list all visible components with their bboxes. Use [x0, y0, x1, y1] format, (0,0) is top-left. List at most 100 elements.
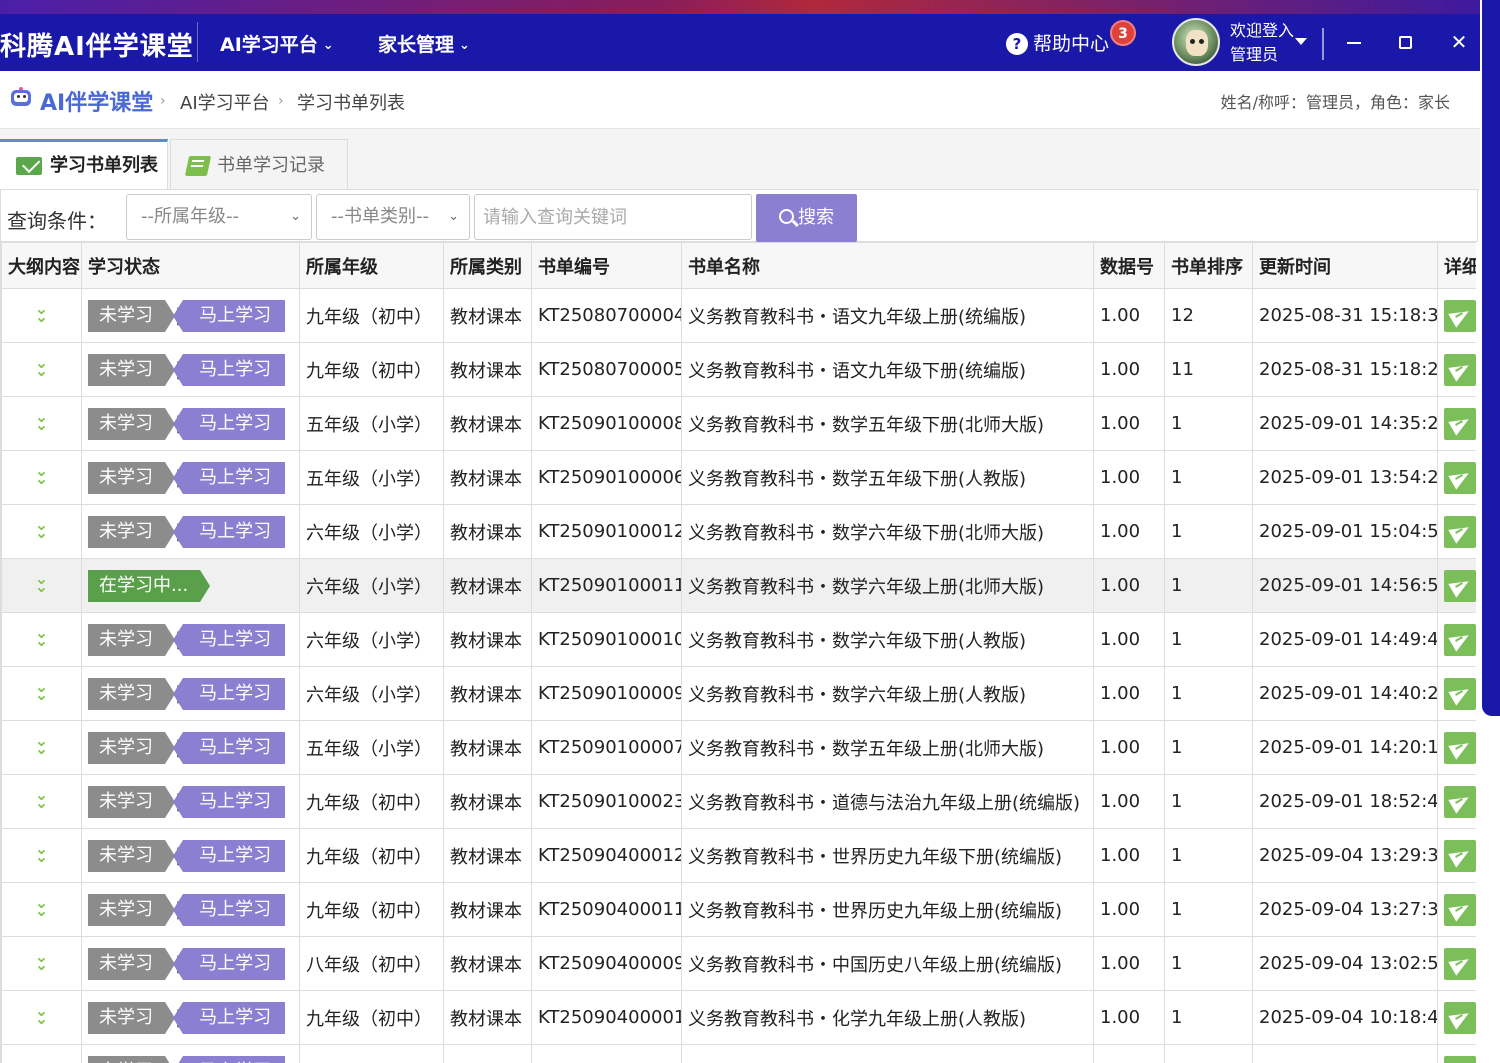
expand-double-chevron-icon[interactable]: ⌄⌄ — [35, 300, 48, 324]
start-learning-button[interactable]: 马上学习 — [173, 623, 286, 656]
header-status[interactable]: 学习状态 — [81, 242, 300, 289]
header-grade[interactable]: 所属年级 — [299, 242, 444, 289]
detail-button[interactable] — [1444, 1001, 1476, 1034]
tab-book-list[interactable]: 学习书单列表 — [0, 139, 168, 191]
close-button[interactable]: ✕ — [1444, 27, 1474, 57]
expand-double-chevron-icon[interactable]: ⌄⌄ — [35, 732, 48, 756]
detail-button[interactable] — [1444, 299, 1476, 332]
keyword-search-input[interactable] — [474, 194, 752, 240]
table-row[interactable]: ⌄⌄ 未学习|马上学习六年级（小学）教材课本KT25090100009义务教育教科… — [1, 666, 1476, 721]
table-row[interactable]: ⌄⌄ 未学习|马上学习九年级（初中）教材课本KT25090100023义务教育教科… — [1, 774, 1476, 829]
outline-cell[interactable]: ⌄⌄ — [1, 558, 82, 613]
expand-double-chevron-icon[interactable]: ⌄⌄ — [35, 408, 48, 432]
expand-double-chevron-icon[interactable]: ⌄⌄ — [35, 786, 48, 810]
nav-parent-management[interactable]: 家长管理 ⌄ — [378, 30, 470, 57]
grade-select[interactable]: --所属年级-- ⌄ — [126, 194, 312, 240]
outline-cell[interactable]: ⌄⌄ — [1, 666, 82, 721]
detail-button[interactable] — [1444, 515, 1476, 548]
outline-cell[interactable]: ⌄⌄ — [1, 720, 82, 775]
expand-double-chevron-icon[interactable]: ⌄⌄ — [35, 516, 48, 540]
start-learning-button[interactable]: 马上学习 — [173, 353, 286, 386]
outline-cell[interactable]: ⌄⌄ — [1, 450, 82, 505]
header-detail[interactable]: 详细 — [1437, 242, 1476, 289]
minimize-button[interactable] — [1339, 27, 1369, 57]
table-row[interactable]: ⌄⌄ 未学习|马上学习八年级（初中）教材课本KT25090400009义务教育教科… — [1, 936, 1476, 991]
start-learning-button[interactable]: 马上学习 — [173, 515, 286, 548]
start-learning-button[interactable]: 马上学习 — [173, 785, 286, 818]
detail-button[interactable] — [1444, 785, 1476, 818]
user-avatar[interactable] — [1172, 18, 1220, 66]
expand-double-chevron-icon[interactable]: ⌄⌄ — [35, 624, 48, 648]
outline-cell[interactable]: ⌄⌄ — [1, 828, 82, 883]
outline-cell[interactable]: ⌄⌄ — [1, 936, 82, 991]
nav-ai-platform[interactable]: AI学习平台 ⌄ — [220, 30, 334, 57]
outline-cell[interactable]: ⌄⌄ — [1, 882, 82, 937]
table-row[interactable]: ⌄⌄ 未学习|马上学习九年级（初中）教材课本KT25090400001义务教育教科… — [1, 990, 1476, 1045]
start-learning-button[interactable]: 马上学习 — [173, 1001, 286, 1034]
table-row[interactable]: ⌄⌄未学习|马上学习九年级（初中）教材课本KT25090400002义务教育教科… — [1, 1044, 1476, 1063]
table-row[interactable]: ⌄⌄ 未学习|马上学习五年级（小学）教材课本KT25090100007义务教育教科… — [1, 720, 1476, 775]
detail-button[interactable] — [1444, 569, 1476, 602]
outline-cell[interactable]: ⌄⌄ — [1, 1044, 82, 1063]
table-row[interactable]: ⌄⌄ 未学习|马上学习六年级（小学）教材课本KT25090100012义务教育教科… — [1, 504, 1476, 559]
expand-double-chevron-icon[interactable]: ⌄⌄ — [35, 678, 48, 702]
table-row[interactable]: ⌄⌄ 未学习|马上学习九年级（初中）教材课本KT25090400011义务教育教科… — [1, 882, 1476, 937]
header-data-number[interactable]: 数据号 — [1093, 242, 1165, 289]
header-code[interactable]: 书单编号 — [531, 242, 682, 289]
start-learning-button[interactable]: 马上学习 — [173, 299, 286, 332]
start-learning-button[interactable]: 马上学习 — [173, 677, 286, 710]
start-learning-button[interactable]: 马上学习 — [173, 1055, 286, 1063]
expand-double-chevron-icon[interactable]: ⌄⌄ — [35, 840, 48, 864]
maximize-button[interactable] — [1390, 27, 1420, 57]
start-learning-button[interactable]: 马上学习 — [173, 839, 286, 872]
detail-button[interactable] — [1444, 461, 1476, 494]
table-row[interactable]: ⌄⌄ 未学习|马上学习九年级（初中）教材课本KT25080700004义务教育教科… — [1, 288, 1476, 343]
caret-down-icon[interactable] — [1295, 38, 1307, 45]
detail-button[interactable] — [1444, 893, 1476, 926]
detail-button[interactable] — [1444, 353, 1476, 386]
header-category[interactable]: 所属类别 — [443, 242, 532, 289]
page-scrollbar-thumb[interactable] — [1482, 0, 1500, 716]
table-row[interactable]: ⌄ ⌄ 在学习中... 六年级（小学） 教材课本 KT25090100011 义务教育教科书… — [1, 558, 1476, 613]
detail-button[interactable] — [1444, 839, 1476, 872]
table-row[interactable]: ⌄⌄ 未学习|马上学习六年级（小学）教材课本KT25090100010义务教育教科… — [1, 612, 1476, 667]
expand-double-chevron-icon[interactable]: ⌄⌄ — [35, 570, 48, 594]
detail-button[interactable] — [1444, 947, 1476, 980]
detail-button[interactable] — [1444, 407, 1476, 440]
detail-button[interactable] — [1444, 731, 1476, 764]
help-center-link[interactable]: ? 帮助中心 — [1006, 29, 1109, 56]
outline-cell[interactable]: ⌄⌄ — [1, 288, 82, 343]
header-order[interactable]: 书单排序 — [1164, 242, 1253, 289]
book-list-table-container[interactable]: 大纲内容 学习状态 所属年级 所属类别 书单编号 书单名称 数据号 书单排序 更… — [0, 242, 1476, 1063]
outline-cell[interactable]: ⌄⌄ — [1, 612, 82, 667]
start-learning-button[interactable]: 马上学习 — [173, 731, 286, 764]
expand-double-chevron-icon[interactable]: ⌄⌄ — [35, 948, 48, 972]
expand-double-chevron-icon[interactable]: ⌄⌄ — [35, 894, 48, 918]
header-outline[interactable]: 大纲内容 — [1, 242, 82, 289]
detail-button[interactable] — [1444, 1055, 1476, 1063]
outline-cell[interactable]: ⌄⌄ — [1, 990, 82, 1045]
table-row[interactable]: ⌄⌄ 未学习|马上学习九年级（初中）教材课本KT25090400012义务教育教科… — [1, 828, 1476, 883]
expand-double-chevron-icon[interactable]: ⌄⌄ — [35, 354, 48, 378]
start-learning-button[interactable]: 马上学习 — [173, 893, 286, 926]
detail-button[interactable] — [1444, 623, 1476, 656]
table-row[interactable]: ⌄⌄ 未学习|马上学习九年级（初中）教材课本KT25080700005义务教育教科… — [1, 342, 1476, 397]
category-select[interactable]: --书单类别-- ⌄ — [316, 194, 470, 240]
expand-double-chevron-icon[interactable]: ⌄⌄ — [35, 462, 48, 486]
header-name[interactable]: 书单名称 — [681, 242, 1094, 289]
search-button[interactable]: 搜索 — [756, 194, 857, 242]
table-row[interactable]: ⌄⌄ 未学习|马上学习五年级（小学）教材课本KT25090100008义务教育教科… — [1, 396, 1476, 451]
outline-cell[interactable]: ⌄⌄ — [1, 396, 82, 451]
tab-study-records[interactable]: 书单学习记录 — [170, 139, 348, 191]
breadcrumb-item-platform[interactable]: AI学习平台 — [180, 89, 270, 115]
detail-button[interactable] — [1444, 677, 1476, 710]
breadcrumb-home[interactable]: AI伴学课堂 — [40, 85, 153, 117]
user-menu[interactable]: 欢迎登入 管理员 — [1230, 19, 1294, 67]
outline-cell[interactable]: ⌄⌄ — [1, 504, 82, 559]
outline-cell[interactable]: ⌄⌄ — [1, 774, 82, 829]
start-learning-button[interactable]: 马上学习 — [173, 947, 286, 980]
start-learning-button[interactable]: 马上学习 — [173, 407, 286, 440]
start-learning-button[interactable]: 马上学习 — [173, 461, 286, 494]
expand-double-chevron-icon[interactable]: ⌄⌄ — [35, 1002, 48, 1026]
header-updated-time[interactable]: 更新时间 — [1252, 242, 1438, 289]
